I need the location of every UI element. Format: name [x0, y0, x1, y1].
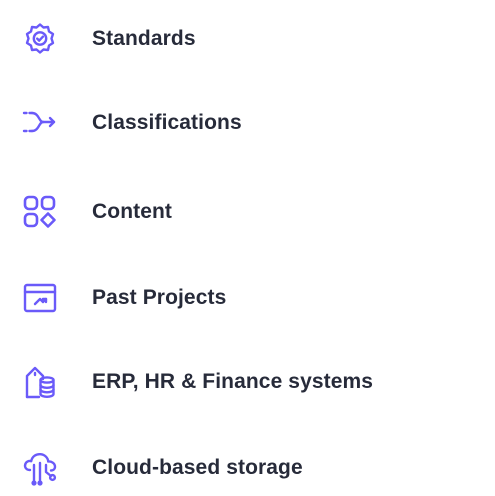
- list-item-label: Past Projects: [92, 286, 227, 309]
- list-item-label: Cloud-based storage: [92, 456, 303, 479]
- list-item-label: Classifications: [92, 111, 242, 134]
- grid-shapes-icon: [22, 194, 58, 230]
- building-database-icon: [22, 364, 58, 400]
- list-item-cloud-storage: Cloud-based storage: [22, 446, 303, 490]
- feature-list: Standards Classifications Content Past P…: [0, 0, 495, 496]
- list-item-standards: Standards: [22, 17, 196, 61]
- folder-chart-icon: [22, 280, 58, 316]
- cloud-network-icon: [22, 450, 58, 486]
- settings-gear-icon: [22, 21, 58, 57]
- list-item-content: Content: [22, 190, 172, 234]
- list-item-label: Content: [92, 200, 173, 223]
- list-item-classifications: Classifications: [22, 101, 242, 145]
- list-item-erp-hr-finance: ERP, HR & Finance systems: [22, 360, 373, 404]
- list-item-past-projects: Past Projects: [22, 276, 226, 320]
- flow-arrow-icon: [22, 105, 58, 141]
- list-item-label: ERP, HR & Finance systems: [92, 370, 374, 393]
- list-item-label: Standards: [92, 27, 196, 50]
